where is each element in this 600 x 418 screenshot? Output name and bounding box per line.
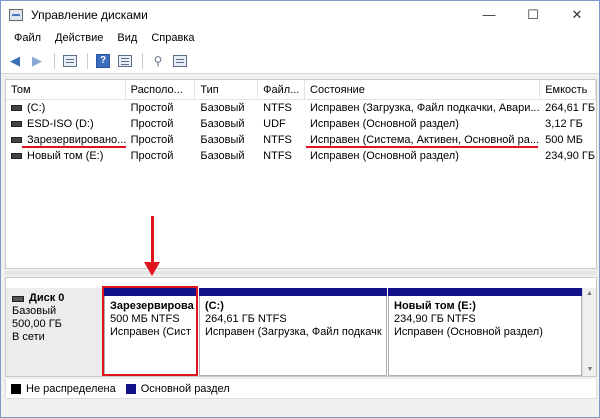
volume-capacity: 264,61 ГБ bbox=[545, 102, 596, 114]
partition-size: 264,61 ГБ NTFS bbox=[205, 313, 287, 325]
disk-status: В сети bbox=[12, 331, 45, 343]
volume-status: Исправен (Загрузка, Файл подкачки, Авари… bbox=[310, 102, 540, 114]
volume-row-c[interactable]: (C:) Простой Базовый NTFS Исправен (Загр… bbox=[6, 100, 596, 116]
disk-management-window: Управление дисками — ☐ ✕ Файл Действие В… bbox=[0, 0, 600, 418]
legend-item-primary: Основной раздел bbox=[125, 382, 230, 395]
volume-name: (C:) bbox=[27, 102, 46, 114]
primary-partition-band bbox=[388, 288, 582, 296]
volume-layout: Простой bbox=[130, 102, 174, 114]
column-header-status[interactable]: Состояние bbox=[305, 80, 541, 100]
forward-icon[interactable]: ▶ bbox=[27, 52, 47, 70]
volume-filesystem: NTFS bbox=[263, 150, 292, 162]
volume-capacity: 500 МБ bbox=[545, 134, 583, 146]
column-header-type[interactable]: Тип bbox=[195, 80, 259, 100]
legend-swatch bbox=[11, 383, 21, 394]
menu-file[interactable]: Файл bbox=[7, 32, 48, 44]
annotation-underline-status bbox=[306, 146, 538, 148]
disk-map: Диск 0 Базовый 500,00 ГБ В сети Зарезерв… bbox=[5, 277, 597, 377]
volume-icon bbox=[11, 121, 22, 127]
column-header-volume[interactable]: Том bbox=[6, 80, 126, 100]
legend-swatch bbox=[125, 383, 136, 394]
title-bar: Управление дисками — ☐ ✕ bbox=[1, 1, 599, 28]
maximize-button[interactable]: ☐ bbox=[511, 1, 555, 28]
partition-status: Исправен (Загрузка, Файл подкачк bbox=[205, 326, 382, 338]
volume-filesystem: UDF bbox=[263, 118, 286, 130]
disk-size: 500,00 ГБ bbox=[12, 318, 62, 330]
volume-layout: Простой bbox=[130, 118, 174, 130]
volume-row-e[interactable]: Новый том (E:) Простой Базовый NTFS Испр… bbox=[6, 148, 596, 164]
volume-capacity: 3,12 ГБ bbox=[545, 118, 583, 130]
column-header-layout[interactable]: Располо... bbox=[126, 80, 196, 100]
legend-label: Не распределена bbox=[26, 382, 116, 395]
volume-filesystem: NTFS bbox=[263, 134, 292, 146]
partition-name: (C:) bbox=[205, 300, 224, 312]
volume-list: Том Располо... Тип Файл... Состояние Емк… bbox=[5, 79, 597, 269]
volume-name: Новый том (E:) bbox=[27, 150, 104, 162]
partition-size: 234,90 ГБ NTFS bbox=[394, 313, 476, 325]
settings-icon[interactable] bbox=[115, 52, 135, 70]
partition-name: Новый том (E:) bbox=[394, 300, 476, 312]
legend-label: Основной раздел bbox=[140, 382, 230, 395]
back-icon[interactable]: ◀ bbox=[5, 52, 25, 70]
volume-type: Базовый bbox=[200, 134, 245, 146]
volume-icon bbox=[11, 137, 22, 143]
disk-icon bbox=[12, 295, 24, 302]
volume-type: Базовый bbox=[200, 102, 245, 114]
volume-name: ESD-ISO (D:) bbox=[27, 118, 94, 130]
column-header-capacity[interactable]: Емкость bbox=[540, 80, 596, 100]
volume-capacity: 234,90 ГБ bbox=[545, 150, 596, 162]
properties-icon[interactable] bbox=[60, 52, 80, 70]
scroll-down-icon[interactable]: ▼ bbox=[583, 364, 597, 376]
disk-map-scrollbar[interactable]: ▲ ▼ bbox=[582, 288, 596, 376]
volume-status: Исправен (Основной раздел) bbox=[310, 150, 459, 162]
help-icon[interactable]: ? bbox=[93, 52, 113, 70]
menu-bar: Файл Действие Вид Справка bbox=[1, 28, 599, 48]
window-controls: — ☐ ✕ bbox=[467, 1, 599, 28]
partition-c[interactable]: (C:) 264,61 ГБ NTFS Исправен (Загрузка, … bbox=[199, 288, 387, 376]
annotation-highlight-box bbox=[102, 286, 198, 376]
partition-status: Исправен (Основной раздел) bbox=[394, 326, 543, 338]
disk-name: Диск 0 bbox=[29, 292, 65, 304]
volume-icon bbox=[11, 153, 22, 159]
volume-layout: Простой bbox=[130, 134, 174, 146]
volume-list-header: Том Располо... Тип Файл... Состояние Емк… bbox=[6, 80, 596, 100]
legend-item-unallocated: Не распределена bbox=[11, 383, 116, 395]
minimize-button[interactable]: — bbox=[467, 1, 511, 28]
column-header-filesystem[interactable]: Файл... bbox=[258, 80, 306, 100]
volume-row-d[interactable]: ESD-ISO (D:) Простой Базовый UDF Исправе… bbox=[6, 116, 596, 132]
annotation-arrow-shaft bbox=[151, 216, 154, 266]
volume-filesystem: NTFS bbox=[263, 102, 292, 114]
scroll-up-icon[interactable]: ▲ bbox=[583, 288, 596, 300]
volume-status: Исправен (Основной раздел) bbox=[310, 118, 459, 130]
status-bar bbox=[1, 401, 599, 417]
legend: Не распределена Основной раздел bbox=[5, 379, 597, 399]
annotation-arrow-icon bbox=[144, 262, 160, 276]
menu-view[interactable]: Вид bbox=[110, 32, 144, 44]
volume-layout: Простой bbox=[130, 150, 174, 162]
disk-type: Базовый bbox=[12, 305, 57, 317]
volume-type: Базовый bbox=[200, 150, 245, 162]
pane-splitter[interactable] bbox=[5, 271, 597, 275]
toolbar-separator bbox=[87, 52, 88, 69]
toolbar: ◀ ▶ ? ⚲ bbox=[1, 48, 599, 74]
close-button[interactable]: ✕ bbox=[555, 1, 599, 28]
view-list-icon[interactable] bbox=[170, 52, 190, 70]
menu-action[interactable]: Действие bbox=[48, 32, 110, 44]
volume-type: Базовый bbox=[200, 118, 245, 130]
volume-icon bbox=[11, 105, 22, 111]
key-icon[interactable]: ⚲ bbox=[148, 52, 168, 70]
annotation-underline-volume bbox=[22, 146, 126, 148]
primary-partition-band bbox=[199, 288, 387, 296]
toolbar-separator bbox=[54, 52, 55, 69]
window-title: Управление дисками bbox=[31, 7, 148, 22]
toolbar-separator bbox=[142, 52, 143, 69]
disk-management-app-icon bbox=[9, 8, 23, 21]
disk-0-label[interactable]: Диск 0 Базовый 500,00 ГБ В сети bbox=[6, 288, 104, 376]
menu-help[interactable]: Справка bbox=[144, 32, 201, 44]
partition-e[interactable]: Новый том (E:) 234,90 ГБ NTFS Исправен (… bbox=[388, 288, 582, 376]
